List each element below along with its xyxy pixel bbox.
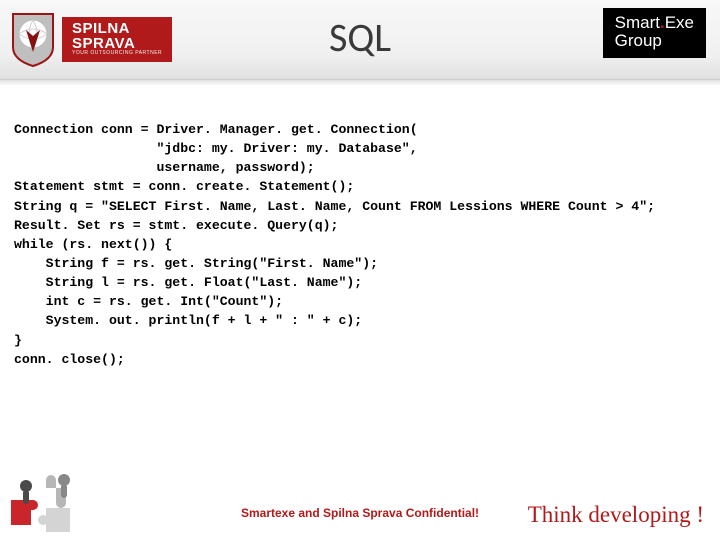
smartexe-word1: Smart	[615, 13, 660, 32]
code-line: Result. Set rs = stmt. execute. Query(q)…	[14, 218, 338, 233]
header-shadow	[0, 80, 720, 86]
code-line: System. out. println(f + l + " : " + c);	[14, 313, 362, 328]
smartexe-line2: Group	[615, 32, 694, 50]
code-line: String f = rs. get. String("First. Name"…	[14, 256, 378, 271]
slide-footer: Smartexe and Spilna Sprava Confidential!…	[0, 482, 720, 540]
code-line: conn. close();	[14, 352, 125, 367]
smartexe-word2: Exe	[665, 13, 694, 32]
code-line: while (rs. next()) {	[14, 237, 172, 252]
confidential-notice: Smartexe and Spilna Sprava Confidential!	[241, 506, 479, 520]
code-line: Statement stmt = conn. create. Statement…	[14, 179, 354, 194]
logo-tagline: YOUR OUTSOURCING PARTNER	[72, 51, 162, 56]
code-line: int c = rs. get. Int("Count");	[14, 294, 283, 309]
smartexe-logo: Smart.Exe Group	[603, 8, 706, 58]
code-line: username, password);	[14, 160, 315, 175]
spilna-sprava-logo: SPILNA SPRAVA YOUR OUTSOURCING PARTNER	[0, 12, 172, 67]
globe-shield-icon	[8, 12, 58, 67]
code-line: }	[14, 333, 22, 348]
puzzle-icon	[6, 470, 94, 540]
code-block: Connection conn = Driver. Manager. get. …	[0, 80, 720, 369]
code-line: Connection conn = Driver. Manager. get. …	[14, 122, 418, 137]
footer-tagline: Think developing !	[528, 502, 704, 528]
logo-line2: SPRAVA	[72, 36, 162, 51]
code-line: String l = rs. get. Float("Last. Name");	[14, 275, 362, 290]
spilna-text-box: SPILNA SPRAVA YOUR OUTSOURCING PARTNER	[62, 17, 172, 62]
slide-header: SPILNA SPRAVA YOUR OUTSOURCING PARTNER S…	[0, 0, 720, 80]
smartexe-line1: Smart.Exe	[615, 14, 694, 32]
slide-title: SQL	[329, 13, 391, 62]
logo-line1: SPILNA	[72, 21, 162, 36]
code-line: "jdbc: my. Driver: my. Database",	[14, 141, 418, 156]
code-line: String q = "SELECT First. Name, Last. Na…	[14, 199, 655, 214]
